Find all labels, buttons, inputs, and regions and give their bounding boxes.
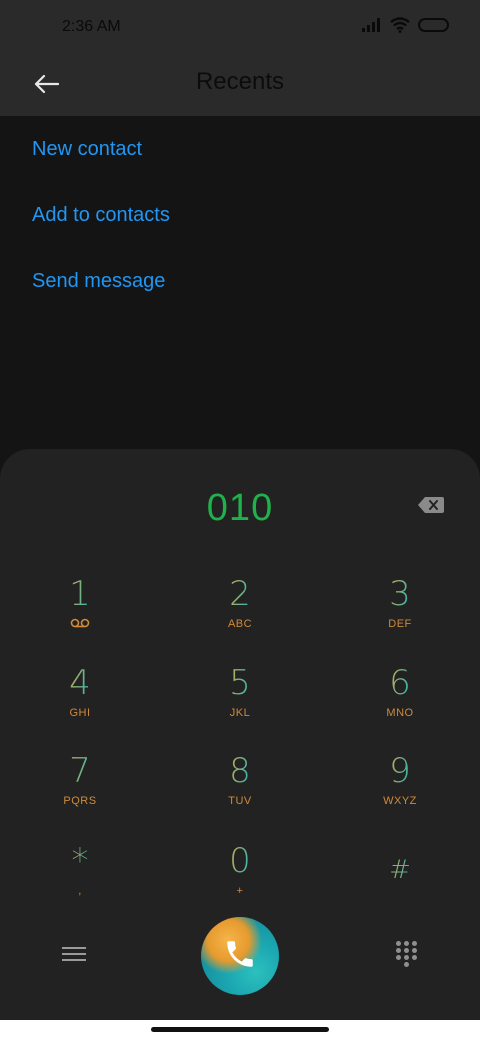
key-1[interactable]: 1	[20, 574, 140, 654]
key-digit: 9	[340, 751, 460, 791]
menu-button[interactable]	[62, 943, 86, 965]
key-letters: GHI	[69, 707, 91, 719]
key-2[interactable]: 2 ABC	[180, 574, 300, 654]
key-6[interactable]: 6 MNO	[340, 663, 460, 743]
key-hash[interactable]: #	[340, 850, 460, 930]
key-3[interactable]: 3 DEF	[340, 574, 460, 654]
key-digit: 6	[340, 663, 460, 703]
key-7[interactable]: 7 PQRS	[20, 751, 140, 831]
key-digit: 5	[180, 663, 300, 703]
key-digit: 1	[20, 574, 140, 614]
signal-icon	[362, 18, 382, 37]
status-bar: 2:36 AM	[0, 0, 480, 56]
key-letters: ABC	[227, 618, 253, 630]
key-letters: PQRS	[63, 795, 97, 807]
key-digit: 8	[180, 751, 300, 791]
backspace-icon	[418, 496, 444, 518]
key-9[interactable]: 9 WXYZ	[340, 751, 460, 831]
key-letters: WXYZ	[383, 795, 417, 807]
key-letters: DEF	[388, 618, 412, 630]
key-digit: *	[20, 841, 140, 881]
home-indicator[interactable]	[151, 1027, 329, 1032]
menu-icon	[62, 947, 86, 961]
key-5[interactable]: 5 JKL	[180, 663, 300, 743]
app-bar: Recents	[0, 56, 480, 116]
battery-icon	[418, 17, 450, 38]
phone-icon	[223, 937, 257, 976]
key-letters: JKL	[229, 707, 251, 719]
voicemail-icon	[70, 616, 90, 630]
dialer-panel: 010 1 2 ABC 3 DEF 4 GHI 5 JKL 6 MNO 7 PQ…	[0, 449, 480, 1020]
key-letters: +	[236, 885, 244, 897]
key-digit: 7	[20, 751, 140, 791]
status-time: 2:36 AM	[62, 18, 121, 35]
status-icons	[362, 17, 450, 38]
key-digit: 4	[20, 663, 140, 703]
key-0[interactable]: 0 +	[180, 841, 300, 921]
key-4[interactable]: 4 GHI	[20, 663, 140, 743]
dialpad-toggle-button[interactable]	[396, 941, 418, 969]
key-star[interactable]: * ,	[20, 841, 140, 921]
key-digit: 0	[180, 841, 300, 881]
new-contact-action[interactable]: New contact	[0, 116, 480, 182]
action-list: New contact Add to contacts Send message	[0, 116, 480, 314]
key-digit: 2	[180, 574, 300, 614]
key-letters: TUV	[228, 795, 252, 807]
add-to-contacts-action[interactable]: Add to contacts	[0, 182, 480, 248]
wifi-icon	[390, 17, 410, 38]
call-button[interactable]	[201, 917, 279, 995]
backspace-button[interactable]	[414, 495, 448, 519]
key-8[interactable]: 8 TUV	[180, 751, 300, 831]
key-letters: MNO	[386, 707, 414, 719]
navigation-bar	[0, 1020, 480, 1040]
dialer-screen: 2:36 AM Recents New contact Add to conta…	[0, 0, 480, 1040]
dialed-number[interactable]: 010	[0, 487, 480, 530]
send-message-action[interactable]: Send message	[0, 248, 480, 314]
key-digit: 3	[340, 574, 460, 614]
key-letters: ,	[78, 885, 82, 897]
key-digit: #	[340, 850, 460, 890]
page-title: Recents	[195, 68, 285, 95]
